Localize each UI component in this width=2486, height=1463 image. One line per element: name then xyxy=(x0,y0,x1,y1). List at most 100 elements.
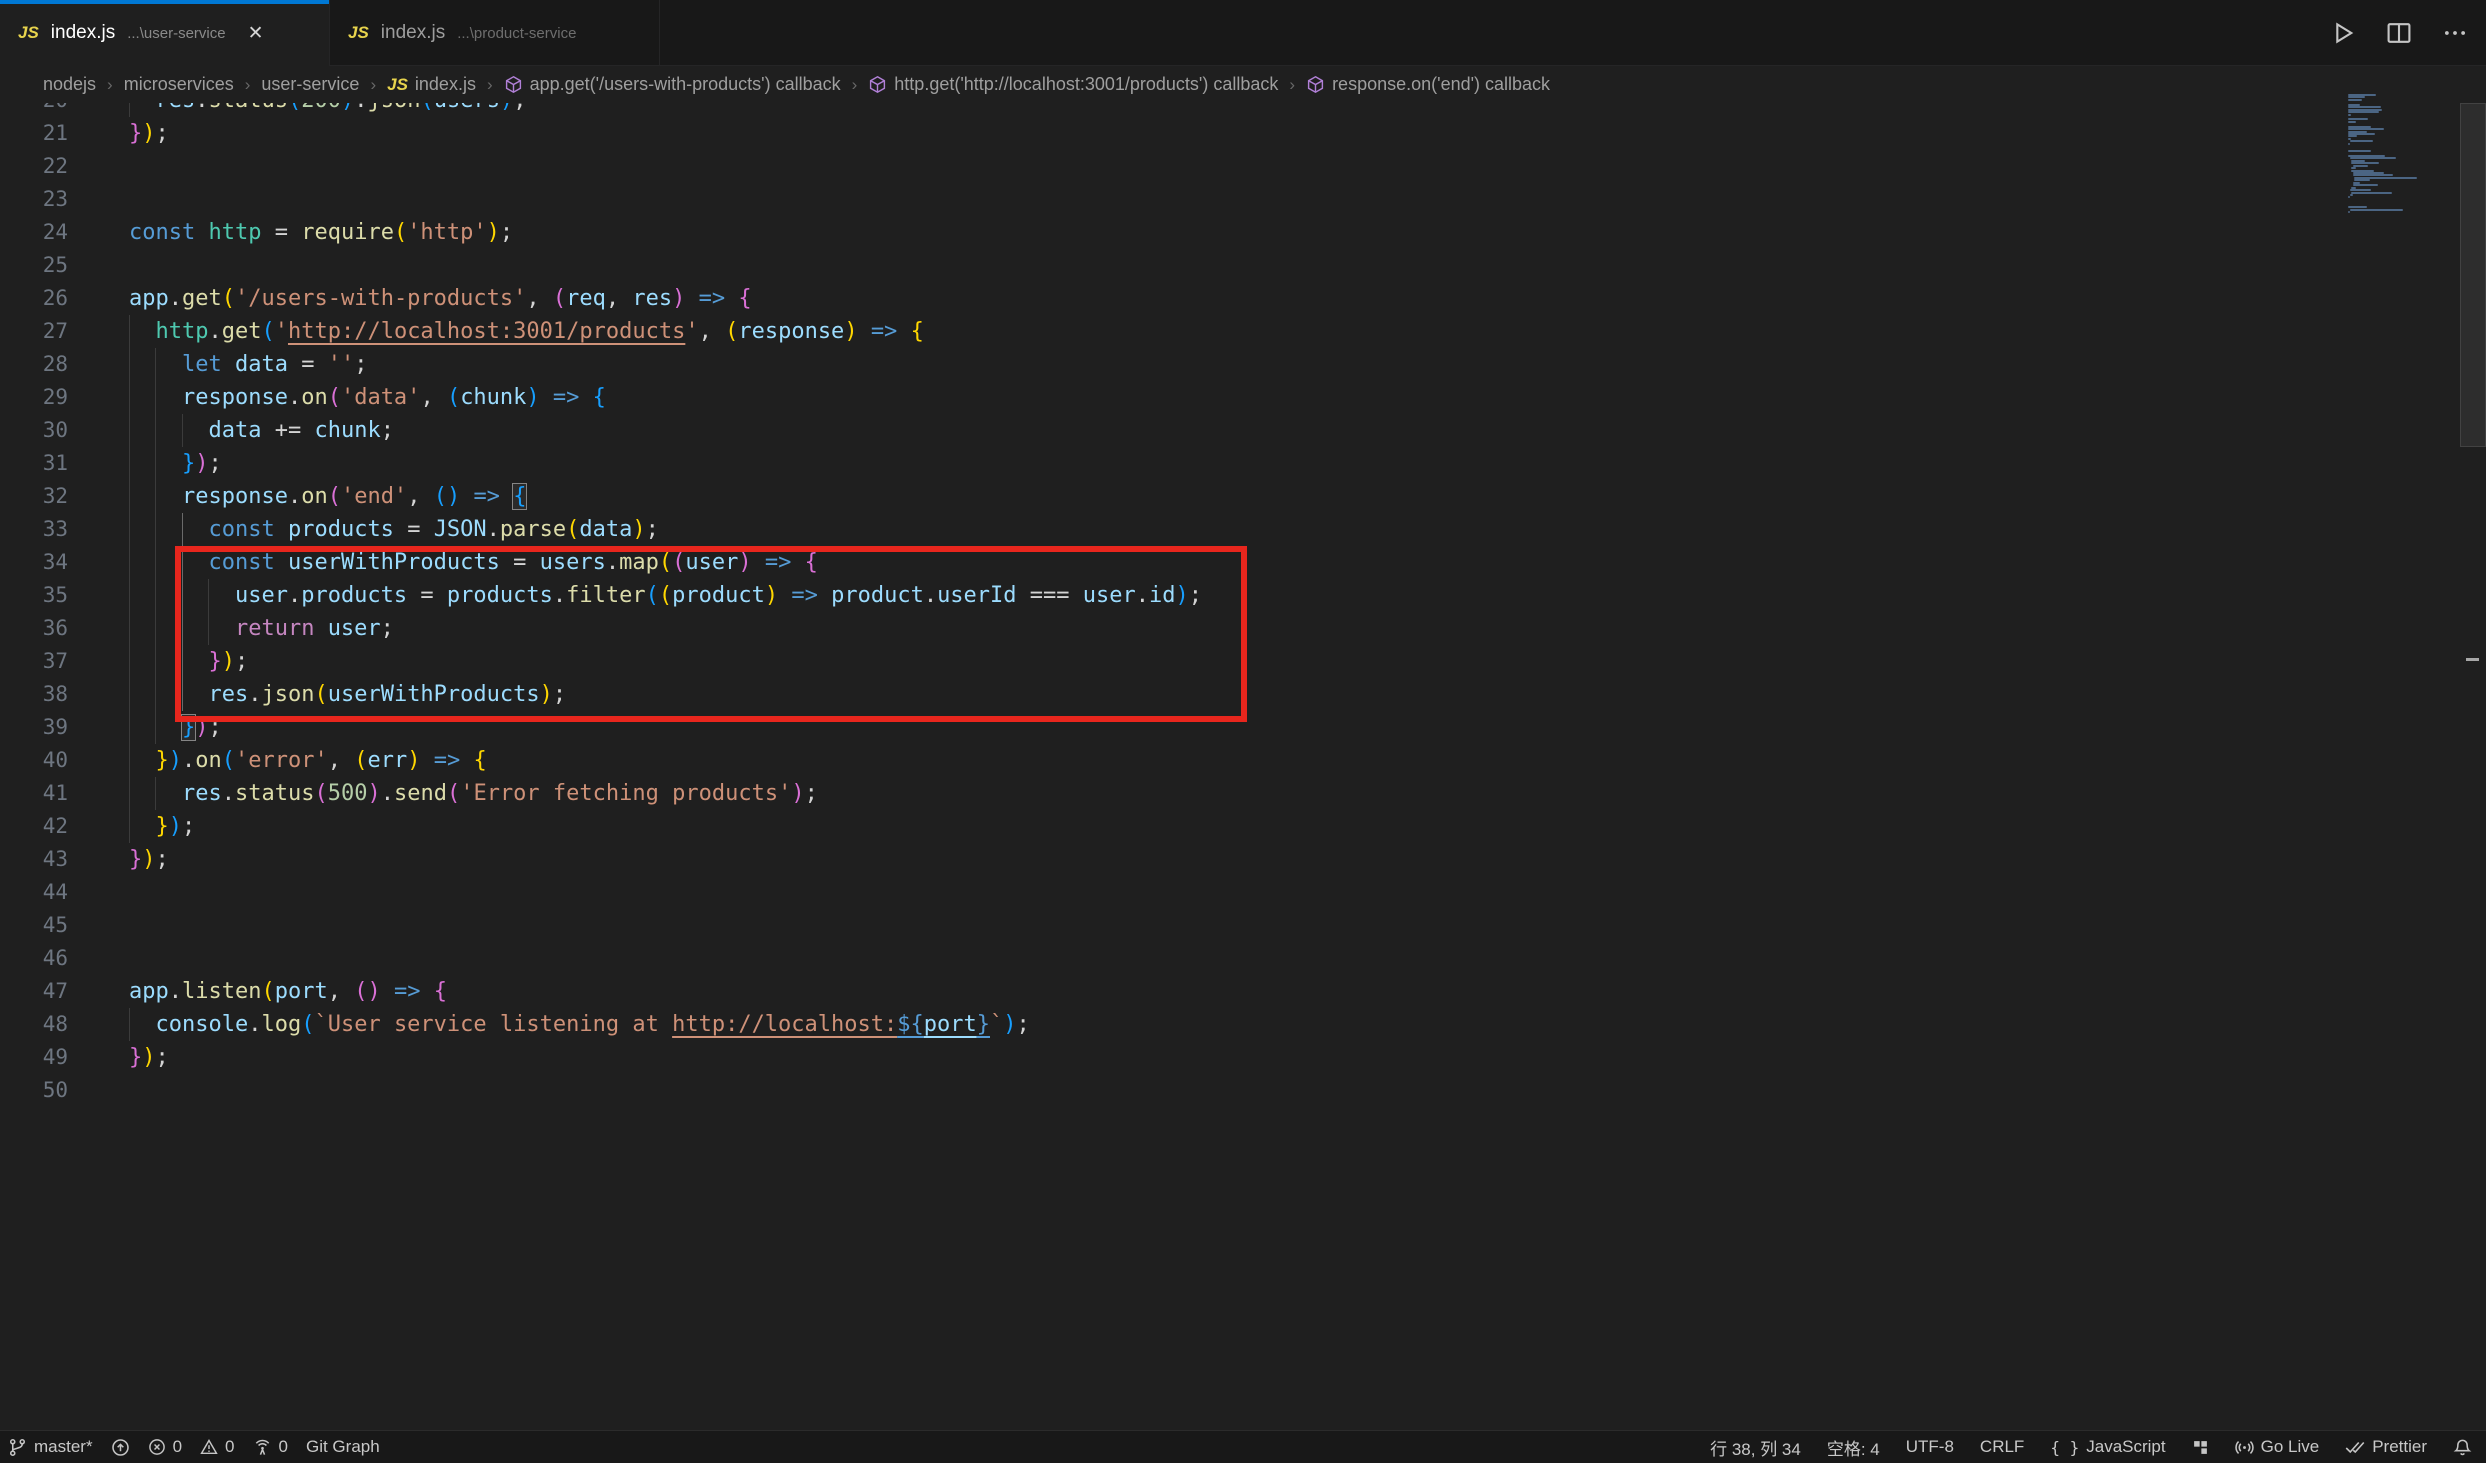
line-number[interactable]: 33 xyxy=(0,513,68,546)
code-line-23[interactable]: 23 xyxy=(0,183,2486,216)
line-number[interactable]: 25 xyxy=(0,249,68,282)
more-actions-icon[interactable] xyxy=(2442,20,2468,46)
code-line-43[interactable]: 43}); xyxy=(0,843,2486,876)
status-item-right-8[interactable]: Prettier xyxy=(2345,1431,2427,1463)
breadcrumb-symbol[interactable]: response.on('end') callback xyxy=(1306,74,1550,95)
line-number[interactable]: 24 xyxy=(0,216,68,249)
line-number[interactable]: 28 xyxy=(0,348,68,381)
code-editor[interactable]: 20 res.status(200).json(users);21});2223… xyxy=(0,103,2486,1430)
breadcrumb-file[interactable]: JSindex.js xyxy=(387,74,476,95)
code-line-34[interactable]: 34 const userWithProducts = users.map((u… xyxy=(0,546,2486,579)
status-item-left-3[interactable]: 0 xyxy=(148,1431,182,1463)
line-number[interactable]: 44 xyxy=(0,876,68,909)
code-line-45[interactable]: 45 xyxy=(0,909,2486,942)
line-number[interactable]: 29 xyxy=(0,381,68,414)
code-line-37[interactable]: 37 }); xyxy=(0,645,2486,678)
line-number[interactable]: 43 xyxy=(0,843,68,876)
vertical-scrollbar[interactable] xyxy=(2460,103,2486,447)
close-icon[interactable]: ✕ xyxy=(248,22,264,45)
code-line-46[interactable]: 46 xyxy=(0,942,2486,975)
line-number[interactable]: 49 xyxy=(0,1041,68,1074)
code-line-44[interactable]: 44 xyxy=(0,876,2486,909)
line-number[interactable]: 26 xyxy=(0,282,68,315)
code-line-50[interactable]: 50 xyxy=(0,1074,2486,1107)
code-line-31[interactable]: 31 }); xyxy=(0,447,2486,480)
status-item-right-5[interactable]: { }JavaScript xyxy=(2050,1431,2165,1463)
line-number[interactable]: 35 xyxy=(0,579,68,612)
line-number[interactable]: 37 xyxy=(0,645,68,678)
code-line-41[interactable]: 41 res.status(500).send('Error fetching … xyxy=(0,777,2486,810)
line-number[interactable]: 34 xyxy=(0,546,68,579)
line-number[interactable]: 30 xyxy=(0,414,68,447)
status-item-right-4[interactable]: CRLF xyxy=(1980,1431,2024,1463)
line-number[interactable]: 41 xyxy=(0,777,68,810)
line-number[interactable]: 32 xyxy=(0,480,68,513)
line-number[interactable]: 27 xyxy=(0,315,68,348)
code-line-39[interactable]: 39 }); xyxy=(0,711,2486,744)
minimap[interactable] xyxy=(2346,94,2458,216)
breadcrumb-folder[interactable]: nodejs xyxy=(43,74,96,95)
line-number[interactable]: 40 xyxy=(0,744,68,777)
status-item-left-1[interactable]: master* xyxy=(8,1431,93,1463)
line-number[interactable]: 36 xyxy=(0,612,68,645)
status-item-left-4[interactable]: 0 xyxy=(200,1431,234,1463)
status-item-right-7[interactable]: Go Live xyxy=(2235,1431,2320,1463)
code-line-22[interactable]: 22 xyxy=(0,150,2486,183)
code-line-33[interactable]: 33 const products = JSON.parse(data); xyxy=(0,513,2486,546)
status-item-right-6[interactable] xyxy=(2192,1431,2209,1463)
line-number[interactable]: 20 xyxy=(0,103,68,117)
breadcrumb-symbol[interactable]: http.get('http://localhost:3001/products… xyxy=(868,74,1278,95)
code-text: let data = ''; xyxy=(129,348,367,381)
line-number[interactable]: 46 xyxy=(0,942,68,975)
editor-tab-1[interactable]: JSindex.js...\user-service✕ xyxy=(0,0,330,66)
line-number[interactable]: 50 xyxy=(0,1074,68,1107)
line-number[interactable]: 47 xyxy=(0,975,68,1008)
line-number[interactable]: 42 xyxy=(0,810,68,843)
code-line-26[interactable]: 26app.get('/users-with-products', (req, … xyxy=(0,282,2486,315)
code-line-40[interactable]: 40 }).on('error', (err) => { xyxy=(0,744,2486,777)
code-line-25[interactable]: 25 xyxy=(0,249,2486,282)
status-item-right-1[interactable]: 行 38, 列 34 xyxy=(1710,1431,1801,1463)
code-line-30[interactable]: 30 data += chunk; xyxy=(0,414,2486,447)
status-item-right-3[interactable]: UTF-8 xyxy=(1906,1431,1954,1463)
status-item-left-2[interactable] xyxy=(111,1431,130,1463)
code-line-36[interactable]: 36 return user; xyxy=(0,612,2486,645)
line-number[interactable]: 31 xyxy=(0,447,68,480)
editor-tab-2[interactable]: JSindex.js...\product-service xyxy=(330,0,660,66)
line-number[interactable]: 39 xyxy=(0,711,68,744)
line-number[interactable]: 45 xyxy=(0,909,68,942)
code-line-35[interactable]: 35 user.products = products.filter((prod… xyxy=(0,579,2486,612)
code-line-49[interactable]: 49}); xyxy=(0,1041,2486,1074)
code-line-24[interactable]: 24const http = require('http'); xyxy=(0,216,2486,249)
code-text: }); xyxy=(129,117,169,150)
status-item-right-9[interactable] xyxy=(2453,1431,2472,1463)
code-line-47[interactable]: 47 app.listen(port, () => { xyxy=(0,975,2486,1008)
code-line-21[interactable]: 21}); xyxy=(0,117,2486,150)
line-number[interactable]: 48 xyxy=(0,1008,68,1041)
breadcrumb-symbol[interactable]: app.get('/users-with-products') callback xyxy=(504,74,841,95)
code-line-20[interactable]: 20 res.status(200).json(users); xyxy=(0,103,2486,117)
code-line-42[interactable]: 42 }); xyxy=(0,810,2486,843)
status-item-right-2[interactable]: 空格: 4 xyxy=(1827,1431,1880,1463)
code-line-29[interactable]: 29 response.on('data', (chunk) => { xyxy=(0,381,2486,414)
code-line-32[interactable]: 32 response.on('end', () => { xyxy=(0,480,2486,513)
code-line-38[interactable]: 38 res.json(userWithProducts); xyxy=(0,678,2486,711)
code-line-28[interactable]: 28 let data = ''; xyxy=(0,348,2486,381)
line-number[interactable]: 38 xyxy=(0,678,68,711)
code-line-27[interactable]: 27 http.get('http://localhost:3001/produ… xyxy=(0,315,2486,348)
breadcrumb-folder[interactable]: microservices xyxy=(124,74,234,95)
symbol-method-icon xyxy=(868,75,887,94)
line-number[interactable]: 21 xyxy=(0,117,68,150)
breadcrumb-folder[interactable]: user-service xyxy=(261,74,359,95)
code-text: app.listen(port, () => { xyxy=(129,975,447,1008)
code-line-48[interactable]: 48 console.log(`User service listening a… xyxy=(0,1008,2486,1041)
minimap-line xyxy=(2348,121,2356,123)
split-editor-icon[interactable] xyxy=(2386,20,2412,46)
status-item-left-6[interactable]: Git Graph xyxy=(306,1431,380,1463)
run-icon[interactable] xyxy=(2330,20,2356,46)
minimap-line xyxy=(2350,194,2354,196)
status-item-left-5[interactable]: 0 xyxy=(253,1431,288,1463)
line-number[interactable]: 23 xyxy=(0,183,68,216)
code-text: }); xyxy=(129,1041,169,1074)
line-number[interactable]: 22 xyxy=(0,150,68,183)
